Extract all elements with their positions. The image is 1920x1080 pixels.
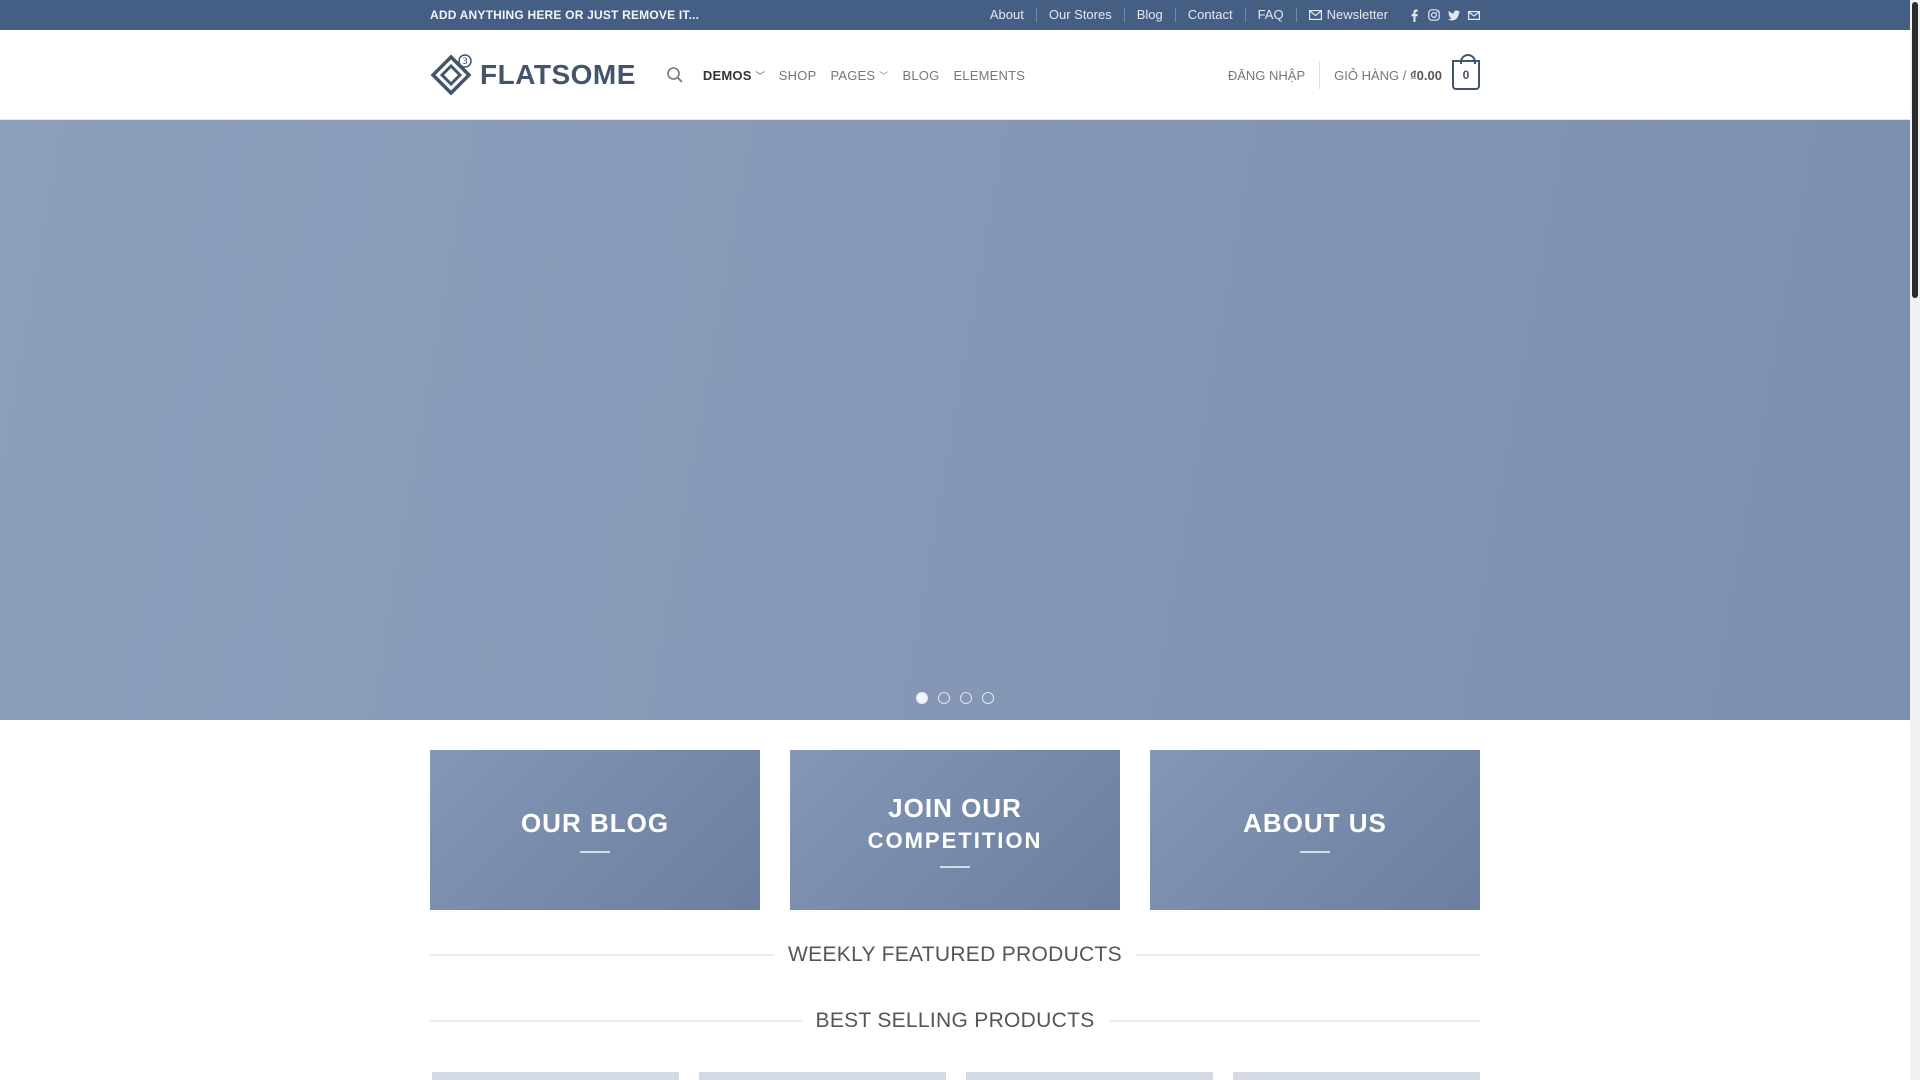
nav-label-elements: ELEMENTS	[953, 67, 1026, 83]
section-line	[430, 1020, 802, 1022]
banner-title: OUR BLOG	[520, 807, 670, 838]
top-link-faq[interactable]: FAQ	[1244, 8, 1296, 22]
newsletter-label: Newsletter	[1326, 7, 1388, 22]
banner-row: OUR BLOG JOIN OUR COMPETITION ABOUT US	[430, 750, 1480, 910]
slider-dot-4[interactable]	[982, 692, 994, 704]
top-bar: ADD ANYTHING HERE OR JUST REMOVE IT... A…	[0, 0, 1910, 30]
nav-item-blog[interactable]: BLOG	[896, 68, 947, 83]
section-weekly-featured: WEEKLY FEATURED PRODUCTS	[430, 943, 1481, 967]
top-bar-links: About Our Stores Blog Contact FAQ Newsle…	[978, 0, 1480, 30]
instagram-icon[interactable]	[1428, 8, 1440, 22]
hero-slider[interactable]	[0, 120, 1910, 720]
section-line	[1108, 1020, 1481, 1022]
facebook-icon[interactable]	[1408, 8, 1420, 22]
slider-dot-1[interactable]	[916, 692, 928, 704]
twitter-icon[interactable]	[1448, 8, 1460, 22]
nav-label-demos: DEMOS	[702, 67, 752, 83]
main-nav: DEMOS ﹀ SHOP PAGES ﹀ BLOG ELEMENTS	[666, 66, 1032, 84]
logo-badge: 3	[462, 57, 468, 67]
banner-divider	[940, 865, 970, 868]
product-card[interactable]	[1233, 1072, 1480, 1080]
header-divider	[1319, 61, 1321, 89]
site-logo[interactable]: 3 FLATSOME	[430, 54, 636, 96]
chevron-down-icon: ﹀	[755, 70, 765, 81]
nav-item-elements[interactable]: ELEMENTS	[946, 68, 1032, 83]
logo-text: FLATSOME	[480, 59, 636, 90]
cart-total: ₫0.00	[1410, 67, 1442, 83]
nav-label-pages: PAGES	[830, 67, 876, 83]
search-icon[interactable]	[666, 66, 684, 84]
top-bar-promo: ADD ANYTHING HERE OR JUST REMOVE IT...	[430, 8, 700, 22]
cart-count-icon: 0	[1452, 54, 1480, 90]
section-title-weekly: WEEKLY FEATURED PRODUCTS	[788, 943, 1122, 966]
flatsome-logo-icon: 3	[430, 54, 472, 96]
banner-title: JOIN OUR	[888, 792, 1022, 823]
nav-label-blog: BLOG	[902, 67, 940, 83]
nav-item-demos[interactable]: DEMOS ﹀	[696, 68, 772, 83]
top-link-our-stores[interactable]: Our Stores	[1035, 8, 1124, 22]
top-link-about[interactable]: About	[978, 8, 1036, 22]
slider-dots	[0, 692, 1910, 704]
nav-item-pages[interactable]: PAGES ﹀	[823, 68, 895, 83]
banner-join-competition[interactable]: JOIN OUR COMPETITION	[790, 750, 1120, 910]
slider-dot-2[interactable]	[938, 692, 950, 704]
login-link[interactable]: ĐĂNG NHẬP	[1228, 68, 1319, 83]
section-line	[1135, 954, 1481, 956]
banner-about-us[interactable]: ABOUT US	[1150, 750, 1480, 910]
banner-subtitle: COMPETITION	[867, 827, 1043, 853]
banner-title: ABOUT US	[1243, 807, 1387, 838]
header-right: ĐĂNG NHẬP GIỎ HÀNG / ₫0.00 0	[1228, 54, 1480, 90]
banner-divider	[1300, 850, 1330, 853]
cart-link[interactable]: GIỎ HÀNG / ₫0.00 0	[1334, 54, 1480, 90]
scrollbar-thumb[interactable]	[1912, 2, 1918, 298]
nav-item-shop[interactable]: SHOP	[772, 68, 824, 83]
banner-our-blog[interactable]: OUR BLOG	[430, 750, 760, 910]
product-card[interactable]	[432, 1072, 679, 1080]
banner-divider	[580, 850, 610, 853]
nav-label-shop: SHOP	[778, 67, 817, 83]
main-header: 3 FLATSOME DEMOS ﹀ SHOP PAGES ﹀ BLOG ELEME…	[0, 30, 1910, 120]
social-icons	[1408, 8, 1480, 22]
top-link-blog[interactable]: Blog	[1123, 8, 1175, 22]
product-card[interactable]	[966, 1072, 1213, 1080]
email-icon[interactable]	[1468, 8, 1480, 22]
section-line	[430, 954, 775, 956]
section-title-best: BEST SELLING PRODUCTS	[815, 1009, 1095, 1032]
product-grid	[432, 1072, 1480, 1080]
envelope-icon	[1308, 10, 1322, 20]
section-best-selling: BEST SELLING PRODUCTS	[430, 1009, 1481, 1033]
newsletter-link[interactable]: Newsletter	[1295, 7, 1400, 22]
product-card[interactable]	[699, 1072, 946, 1080]
slider-dot-3[interactable]	[960, 692, 972, 704]
cart-label: GIỎ HÀNG /	[1334, 67, 1407, 83]
chevron-down-icon: ﹀	[879, 70, 889, 81]
top-link-contact[interactable]: Contact	[1174, 8, 1245, 22]
